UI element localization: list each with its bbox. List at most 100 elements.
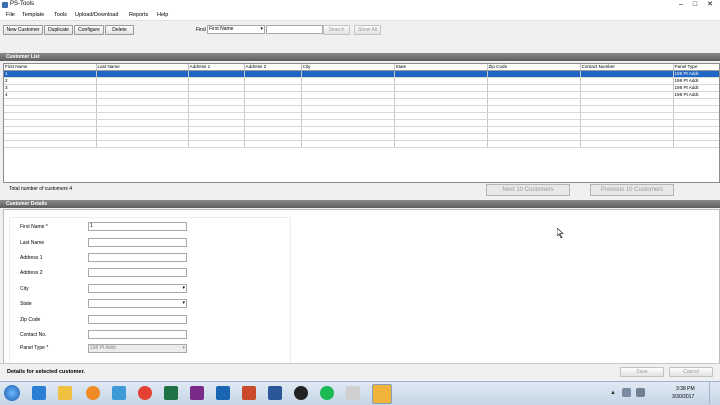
contact-field[interactable]: [88, 330, 187, 339]
first-name-field[interactable]: 1: [88, 222, 187, 231]
delete-button[interactable]: Delete: [105, 25, 134, 35]
cell[interactable]: [394, 70, 488, 78]
cell[interactable]: [580, 70, 674, 78]
show-desktop-button[interactable]: [709, 382, 720, 404]
close-icon[interactable]: ✕: [703, 0, 717, 9]
last-name-field[interactable]: [88, 238, 187, 247]
menu-file[interactable]: File: [6, 12, 15, 18]
cell[interactable]: [487, 91, 581, 99]
network-icon[interactable]: [112, 386, 126, 400]
cell[interactable]: [96, 91, 189, 99]
word-icon[interactable]: [268, 386, 282, 400]
cell[interactable]: 198 Pt Addr.: [673, 91, 719, 99]
menu-upload-download[interactable]: Upload/Download: [75, 12, 118, 18]
show-all-button[interactable]: Show All: [354, 25, 381, 35]
spotify-icon[interactable]: [320, 386, 334, 400]
menu-template[interactable]: Template: [22, 12, 44, 18]
cell[interactable]: [96, 70, 189, 78]
excel-icon[interactable]: [164, 386, 178, 400]
cell[interactable]: 2: [4, 77, 97, 85]
cell[interactable]: [487, 77, 581, 85]
cell[interactable]: [580, 84, 674, 92]
table-row[interactable]: 1 198 Pt Addr.: [4, 70, 719, 78]
cell[interactable]: 4: [4, 91, 97, 99]
cell[interactable]: [244, 91, 302, 99]
previous-customers-button[interactable]: Previous 10 Customers: [590, 184, 674, 196]
table-row: [4, 140, 719, 148]
cell[interactable]: [188, 77, 245, 85]
panel-type-select[interactable]: 198 Pt Addr.: [88, 344, 187, 353]
cell[interactable]: [301, 77, 395, 85]
cell[interactable]: [188, 91, 245, 99]
cell[interactable]: [188, 84, 245, 92]
menu-reports[interactable]: Reports: [129, 12, 148, 18]
cell[interactable]: [244, 70, 302, 78]
start-button-icon[interactable]: [4, 385, 20, 401]
file-explorer-icon[interactable]: [58, 386, 72, 400]
table-row[interactable]: 2 198 Pt Addr.: [4, 77, 719, 85]
minimize-icon[interactable]: –: [674, 0, 688, 9]
state-select[interactable]: [88, 299, 187, 308]
volume-icon[interactable]: [636, 388, 645, 397]
table-row[interactable]: 3 198 Pt Addr.: [4, 84, 719, 92]
customer-grid: First Name Last Name Address 1 Address 2…: [3, 63, 720, 183]
cell[interactable]: [96, 77, 189, 85]
cell[interactable]: 198 Pt Addr.: [673, 77, 719, 85]
tray-network-icon[interactable]: [622, 388, 631, 397]
find-field-select[interactable]: First Name: [207, 25, 265, 34]
cell[interactable]: 1: [4, 70, 97, 78]
zip-code-field[interactable]: [88, 315, 187, 324]
table-row[interactable]: 4 198 Pt Addr.: [4, 91, 719, 99]
onenote-icon[interactable]: [190, 386, 204, 400]
customer-list-header: Customer List: [0, 53, 720, 61]
menu-tools[interactable]: Tools: [54, 12, 67, 18]
configure-button[interactable]: Configure: [74, 25, 104, 35]
cell[interactable]: 198 Pt Addr.: [673, 84, 719, 92]
table-row: [4, 105, 719, 113]
table-row: [4, 133, 719, 141]
cell[interactable]: 198 Pt Addr.: [673, 70, 719, 78]
cell[interactable]: [487, 84, 581, 92]
address1-field[interactable]: [88, 253, 187, 262]
duplicate-button[interactable]: Duplicate: [44, 25, 73, 35]
menu-bar: File Template Tools Upload/Download Repo…: [0, 10, 720, 21]
cell[interactable]: [301, 91, 395, 99]
new-customer-button[interactable]: New Customer: [3, 25, 43, 35]
cell[interactable]: [244, 77, 302, 85]
media-player-icon[interactable]: [86, 386, 100, 400]
snipping-tool-icon[interactable]: [346, 386, 360, 400]
cell[interactable]: [244, 84, 302, 92]
search-input[interactable]: [266, 25, 323, 34]
address2-field[interactable]: [88, 268, 187, 277]
status-text: Details for selected customer.: [7, 369, 85, 375]
powerpoint-icon[interactable]: [242, 386, 256, 400]
search-button[interactable]: Search: [323, 25, 350, 35]
cell[interactable]: [394, 91, 488, 99]
next-customers-button[interactable]: Next 10 Customers: [486, 184, 570, 196]
cell[interactable]: 3: [4, 84, 97, 92]
tray-up-arrow-icon[interactable]: ▲: [610, 390, 616, 396]
cell[interactable]: [394, 77, 488, 85]
chrome-icon[interactable]: [138, 386, 152, 400]
maximize-icon[interactable]: □: [688, 0, 702, 9]
ps-tools-taskbar-icon[interactable]: [372, 384, 392, 404]
cell[interactable]: [301, 84, 395, 92]
cell[interactable]: [580, 91, 674, 99]
table-row: [4, 98, 719, 106]
city-label: City: [20, 286, 29, 292]
save-button[interactable]: Save: [620, 367, 664, 377]
menu-help[interactable]: Help: [157, 12, 168, 18]
first-name-label: First Name *: [20, 224, 48, 230]
cancel-button[interactable]: Cancel: [669, 367, 713, 377]
obs-icon[interactable]: [294, 386, 308, 400]
cell[interactable]: [394, 84, 488, 92]
cell[interactable]: [301, 70, 395, 78]
state-label: State: [20, 301, 32, 307]
cell[interactable]: [487, 70, 581, 78]
cell[interactable]: [188, 70, 245, 78]
city-select[interactable]: [88, 284, 187, 293]
cell[interactable]: [96, 84, 189, 92]
internet-explorer-icon[interactable]: [32, 386, 46, 400]
cell[interactable]: [580, 77, 674, 85]
outlook-icon[interactable]: [216, 386, 230, 400]
